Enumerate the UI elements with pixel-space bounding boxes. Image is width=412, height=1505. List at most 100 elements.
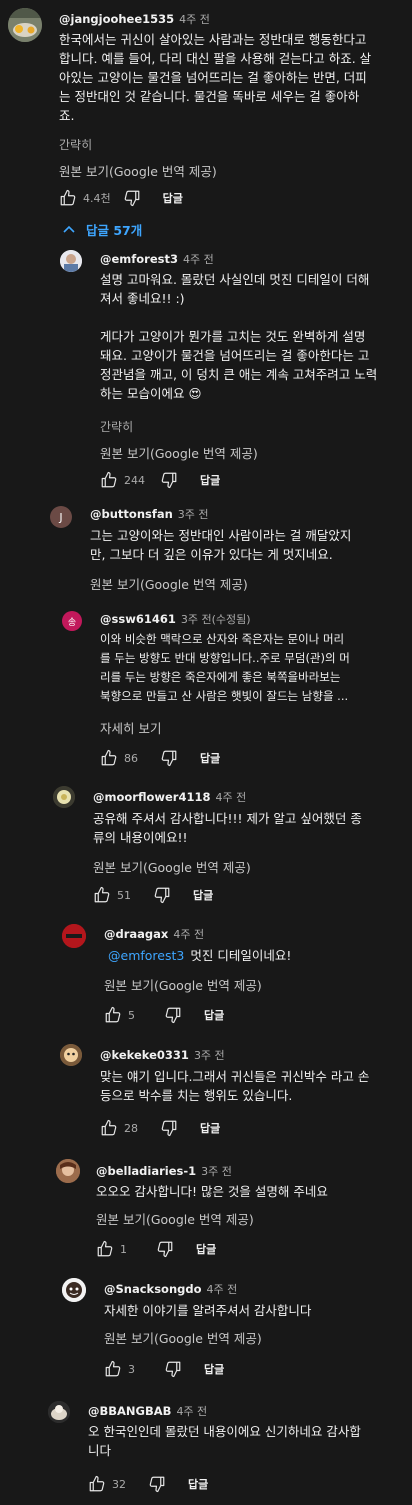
author-handle[interactable]: @Snacksongdo — [104, 1282, 202, 1296]
comment-actions: 86 답글 — [100, 747, 220, 769]
dislike-icon[interactable] — [164, 1360, 182, 1378]
comment-actions: 28 답글 — [100, 1117, 220, 1139]
comment-time[interactable]: 3주 전 — [201, 1165, 232, 1178]
collapse-link[interactable]: 간략히 — [59, 136, 92, 153]
comment-time[interactable]: 4주 전 — [215, 791, 246, 804]
comment-author[interactable]: @belladiaries-1 3주 전 — [96, 1163, 232, 1179]
mention-link[interactable]: @emforest3 — [108, 948, 184, 963]
author-handle[interactable]: @draagax — [104, 927, 168, 941]
like-icon[interactable] — [100, 471, 118, 489]
reply-button[interactable]: 답글 — [196, 1241, 216, 1257]
like-count: 5 — [128, 1008, 135, 1022]
reply-button[interactable]: 답글 — [200, 1120, 220, 1136]
collapse-link[interactable]: 간략히 — [100, 418, 133, 435]
comment-author[interactable]: @draagax 4주 전 — [104, 926, 204, 942]
author-handle[interactable]: @jangjoohee1535 — [59, 12, 174, 26]
reply-button[interactable]: 답글 — [204, 1361, 224, 1377]
comment-actions: 32 답글 — [88, 1473, 208, 1495]
comment-time[interactable]: 4주 전 — [183, 253, 214, 266]
reply-button[interactable]: 답글 — [163, 190, 183, 206]
translate-link[interactable]: 원본 보기(Google 번역 제공) — [59, 161, 217, 180]
comment-author[interactable]: @Snacksongdo 4주 전 — [104, 1281, 237, 1297]
translate-link[interactable]: 원본 보기(Google 번역 제공) — [93, 857, 251, 876]
reply-button[interactable]: 답글 — [193, 887, 213, 903]
comment-time[interactable]: 3주 전 — [194, 1049, 225, 1062]
translate-link[interactable]: 원본 보기(Google 번역 제공) — [96, 1209, 254, 1228]
like-icon[interactable] — [100, 1119, 118, 1137]
like-count: 51 — [117, 888, 131, 902]
dislike-icon[interactable] — [153, 886, 171, 904]
like-count: 28 — [124, 1121, 138, 1135]
avatar[interactable]: 송 — [62, 611, 82, 631]
like-count: 1 — [120, 1242, 127, 1256]
avatar[interactable] — [8, 8, 42, 42]
comment-text: 공유해 주셔서 감사합니다!!! 제가 알고 싶어했던 종 류의 내용이에요!! — [93, 811, 362, 845]
comment-text: @emforest3 멋진 디테일이네요! — [108, 946, 291, 965]
comment-author[interactable]: @buttonsfan 3주 전 — [90, 506, 209, 522]
comment-time[interactable]: 3주 전 — [178, 508, 209, 521]
translate-link[interactable]: 원본 보기(Google 번역 제공) — [90, 574, 248, 593]
comment-author[interactable]: @BBANGBAB 4주 전 — [88, 1403, 207, 1419]
comment-text: 맞는 얘기 입니다.그래서 귀신들은 귀신박수 라고 손 등으로 박수를 치는 … — [100, 1069, 370, 1103]
dislike-icon[interactable] — [148, 1475, 166, 1493]
comment-text: 한국에서는 귀신이 살아있는 사람과는 정반대로 행동한다고 합니다. 예를 들… — [59, 32, 372, 123]
avatar[interactable]: J — [50, 506, 72, 528]
comment-time[interactable]: 4주 전 — [207, 1283, 238, 1296]
comment-time[interactable]: 4주 전 — [179, 13, 210, 26]
like-icon[interactable] — [96, 1240, 114, 1258]
author-handle[interactable]: @emforest3 — [100, 252, 178, 266]
comment-text: 설명 고마워요. 몰랐던 사실인데 멋진 디테일이 더해 져서 좋네요!! :)… — [100, 272, 378, 401]
read-more-link[interactable]: 자세히 보기 — [100, 718, 161, 737]
reply-button[interactable]: 답글 — [200, 472, 220, 488]
reply-button[interactable]: 답글 — [200, 750, 220, 766]
dislike-icon[interactable] — [160, 471, 178, 489]
dislike-icon[interactable] — [164, 1006, 182, 1024]
comment-actions: 3 답글 — [104, 1358, 224, 1380]
like-icon[interactable] — [100, 749, 118, 767]
dislike-icon[interactable] — [156, 1240, 174, 1258]
replies-toggle[interactable]: 답글 57개 — [62, 220, 142, 239]
avatar[interactable] — [53, 786, 75, 808]
translate-link[interactable]: 원본 보기(Google 번역 제공) — [104, 1328, 262, 1347]
chevron-up-icon — [63, 225, 75, 233]
avatar-letter: J — [59, 510, 63, 524]
author-handle[interactable]: @kekeke0331 — [100, 1048, 189, 1062]
comment-author[interactable]: @emforest3 4주 전 — [100, 251, 214, 267]
comment-time[interactable]: 4주 전 — [173, 928, 204, 941]
dislike-icon[interactable] — [160, 749, 178, 767]
reply-button[interactable]: 답글 — [204, 1007, 224, 1023]
dislike-icon[interactable] — [123, 189, 141, 207]
comment-text: 자세한 이야기를 알려주셔서 감사합니다 — [104, 1303, 312, 1318]
comment-actions: 5 답글 — [104, 1004, 224, 1026]
author-handle[interactable]: @BBANGBAB — [88, 1404, 171, 1418]
comment-actions: 244 답글 — [100, 469, 220, 491]
author-handle[interactable]: @buttonsfan — [90, 507, 173, 521]
reply-button[interactable]: 답글 — [188, 1476, 208, 1492]
like-icon[interactable] — [59, 189, 77, 207]
comment-author[interactable]: @moorflower4118 4주 전 — [93, 789, 246, 805]
like-icon[interactable] — [93, 886, 111, 904]
avatar[interactable] — [60, 1044, 82, 1066]
comment-author[interactable]: @kekeke0331 3주 전 — [100, 1047, 225, 1063]
like-icon[interactable] — [104, 1360, 122, 1378]
dislike-icon[interactable] — [160, 1119, 178, 1137]
avatar[interactable] — [60, 250, 82, 272]
comment-text: 오오오 감사합니다! 많은 것을 설명해 주네요 — [96, 1184, 328, 1199]
translate-link[interactable]: 원본 보기(Google 번역 제공) — [104, 975, 262, 994]
author-handle[interactable]: @moorflower4118 — [93, 790, 210, 804]
comment-time[interactable]: 3주 전(수정됨) — [181, 613, 251, 626]
translate-link[interactable]: 원본 보기(Google 번역 제공) — [100, 443, 258, 462]
author-handle[interactable]: @ssw61461 — [100, 612, 176, 626]
avatar[interactable] — [56, 1159, 80, 1183]
avatar[interactable] — [62, 1278, 86, 1302]
avatar[interactable] — [48, 1401, 70, 1423]
comment-author[interactable]: @ssw61461 3주 전(수정됨) — [100, 611, 251, 627]
replies-count-label: 답글 57개 — [86, 223, 143, 238]
avatar[interactable] — [62, 924, 86, 948]
comment-time[interactable]: 4주 전 — [176, 1405, 207, 1418]
like-icon[interactable] — [88, 1475, 106, 1493]
avatar-letter: 송 — [67, 617, 77, 628]
author-handle[interactable]: @belladiaries-1 — [96, 1164, 196, 1178]
like-icon[interactable] — [104, 1006, 122, 1024]
comment-author[interactable]: @jangjoohee1535 4주 전 — [59, 11, 210, 27]
